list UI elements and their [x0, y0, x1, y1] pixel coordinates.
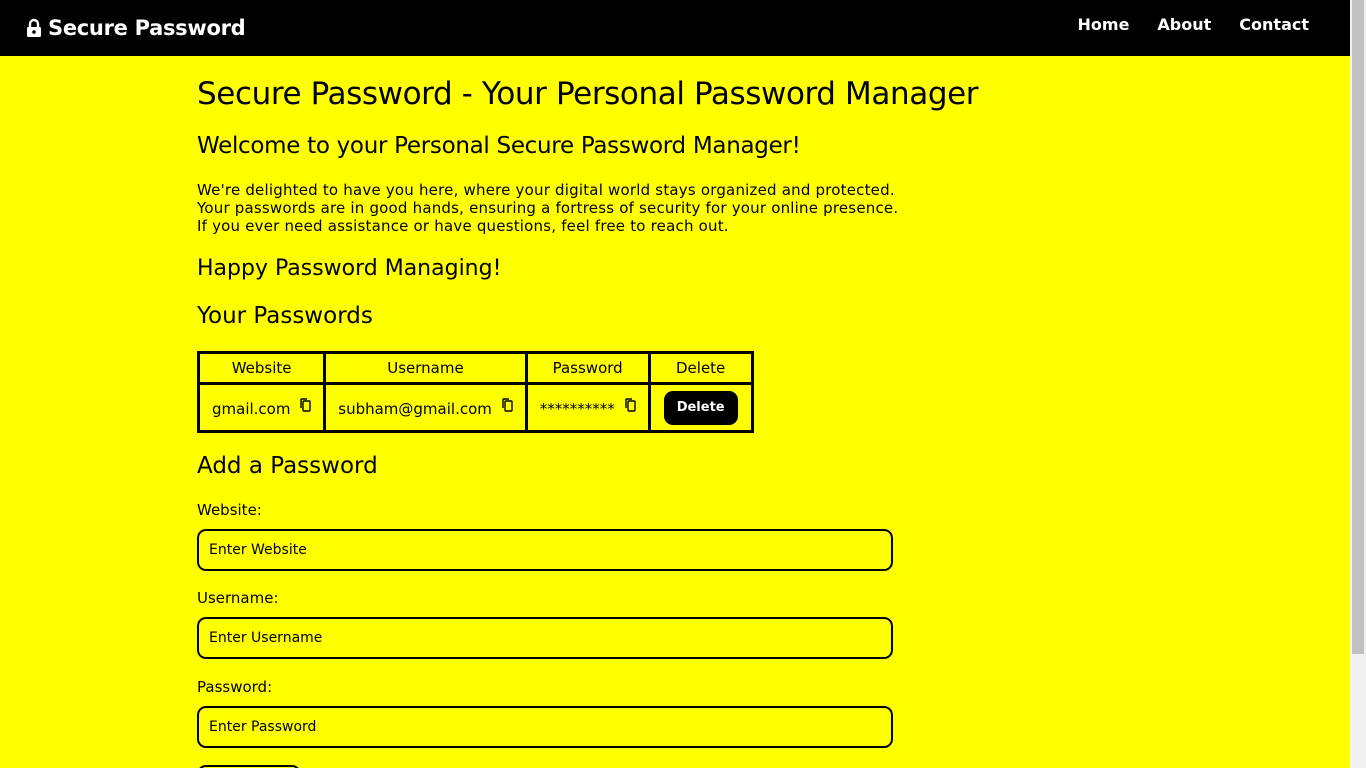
username-input[interactable]: [197, 617, 893, 659]
happy-heading: Happy Password Managing!: [197, 256, 502, 281]
cell-website: gmail.com: [196, 382, 327, 433]
col-website: Website: [196, 351, 327, 385]
username-value: subham@gmail.com: [338, 399, 492, 418]
lock-icon: [26, 18, 42, 38]
intro-line: We're delighted to have you here, where …: [197, 181, 895, 199]
password-value: **********: [539, 399, 615, 418]
col-delete: Delete: [647, 351, 754, 385]
brand[interactable]: Secure Password: [26, 14, 246, 42]
cell-delete: Delete: [647, 382, 754, 433]
nav-home[interactable]: Home: [1078, 14, 1130, 36]
scrollbar[interactable]: [1350, 0, 1366, 768]
add-password-heading: Add a Password: [197, 453, 378, 479]
scroll-thumb[interactable]: [1352, 0, 1364, 654]
delete-button[interactable]: Delete: [663, 390, 738, 425]
nav-links: Home About Contact: [1050, 14, 1309, 36]
page-title: Secure Password - Your Personal Password…: [197, 76, 979, 112]
intro-text: We're delighted to have you here, where …: [197, 181, 917, 235]
welcome-heading: Welcome to your Personal Secure Password…: [197, 133, 801, 159]
username-label: Username:: [197, 589, 279, 607]
passwords-heading: Your Passwords: [197, 303, 373, 329]
intro-line: Your passwords are in good hands, ensuri…: [197, 199, 899, 217]
cell-password: **********: [524, 382, 651, 433]
copy-icon[interactable]: [624, 397, 636, 416]
brand-name: Secure Password: [48, 16, 246, 40]
copy-icon[interactable]: [501, 397, 513, 416]
col-password: Password: [524, 351, 651, 385]
website-label: Website:: [197, 501, 262, 519]
nav-about[interactable]: About: [1157, 14, 1211, 36]
table-header-row: Website Username Password Delete: [196, 351, 754, 385]
password-label: Password:: [197, 678, 273, 696]
passwords-table: Website Username Password Delete gmail.c…: [196, 351, 754, 433]
website-value: gmail.com: [212, 399, 291, 418]
cell-username: subham@gmail.com: [323, 382, 528, 433]
password-input[interactable]: [197, 706, 893, 748]
copy-icon[interactable]: [300, 397, 311, 416]
nav-contact[interactable]: Contact: [1239, 14, 1309, 36]
col-username: Username: [323, 351, 528, 385]
website-input[interactable]: [197, 529, 893, 571]
table-row: gmail.com subham@gmail.com ********** De…: [196, 382, 754, 433]
navbar: Secure Password Home About Contact: [0, 0, 1350, 56]
intro-line: If you ever need assistance or have ques…: [197, 217, 729, 235]
